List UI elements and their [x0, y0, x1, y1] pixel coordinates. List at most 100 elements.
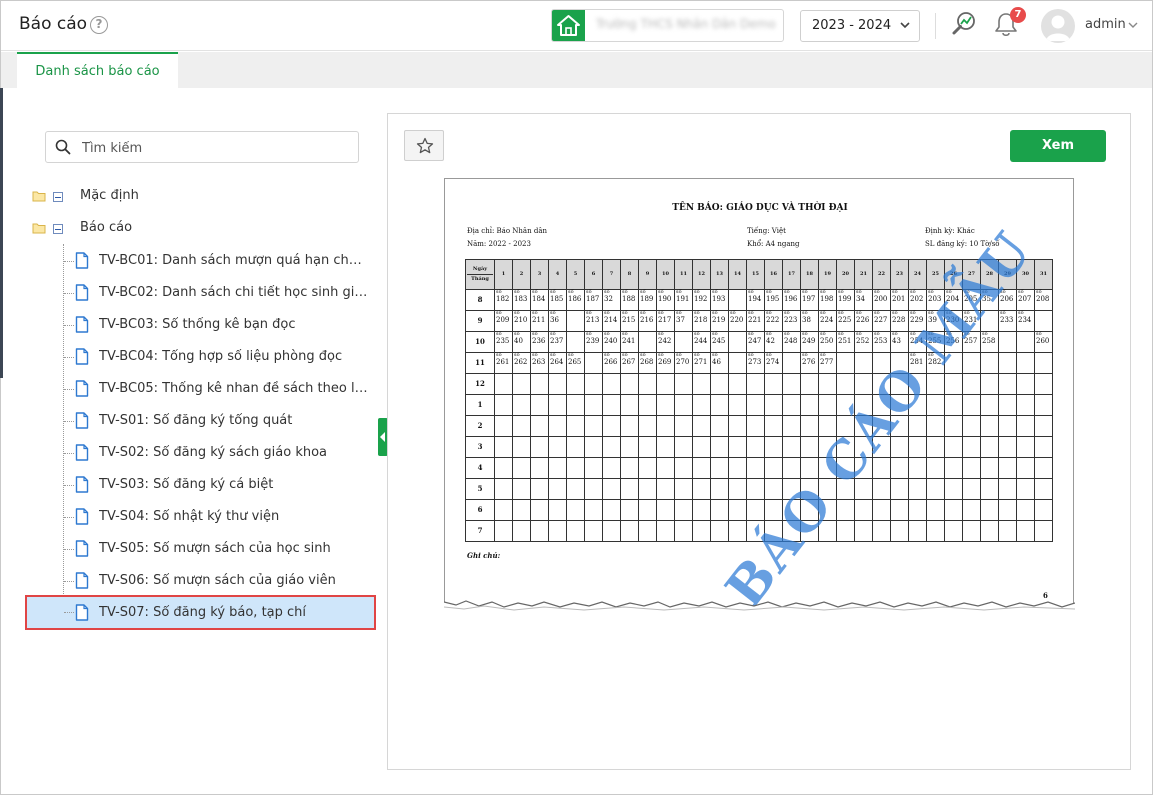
grid-cell	[548, 394, 567, 416]
grid-cell-issue: 198	[820, 294, 834, 303]
tree-item-report[interactable]: TV-BC01: Danh sách mượn quá hạn chưa trả	[64, 246, 374, 276]
document-icon	[75, 316, 89, 333]
help-icon[interactable]: ?	[90, 16, 108, 34]
tree-branch-line	[64, 421, 74, 422]
tree-item-report[interactable]: TV-S07: Sổ đăng ký báo, tạp chí	[25, 595, 376, 630]
collapse-icon[interactable]	[53, 224, 63, 234]
grid-day-header: 3	[530, 259, 549, 290]
avatar[interactable]	[1041, 9, 1075, 43]
grid-day-header: 10	[656, 259, 675, 290]
tree-item-report[interactable]: TV-BC04: Tổng hợp số liệu phòng đọc	[64, 342, 374, 372]
grid-day-header: 14	[728, 259, 747, 290]
grid-cell	[494, 436, 513, 458]
search-input[interactable]	[82, 138, 352, 158]
tree-item-report[interactable]: TV-BC02: Danh sách chi tiết học sinh giá…	[64, 278, 374, 308]
grid-cell-issue: 268	[640, 357, 654, 366]
tree-item-report[interactable]: TV-S06: Sổ mượn sách của giáo viên	[64, 566, 374, 596]
grid-cell: số 252	[854, 331, 873, 353]
grid-cell	[872, 478, 891, 500]
grid-cell	[656, 478, 675, 500]
grid-cell	[548, 478, 567, 500]
chevron-down-icon[interactable]	[1127, 19, 1139, 31]
grid-day-header: 13	[710, 259, 729, 290]
tree-item-report[interactable]: TV-S03: Sổ đăng ký cá biệt	[64, 470, 374, 500]
grid-cell: số 40	[512, 331, 531, 353]
grid-cell	[638, 373, 657, 395]
grid-cell	[584, 457, 603, 479]
tree-item-report[interactable]: TV-S04: Sổ nhật ký thư viện	[64, 502, 374, 532]
grid-cell: số 233	[998, 310, 1017, 332]
grid-cell	[1016, 457, 1035, 479]
grid-cell	[674, 478, 693, 500]
grid-cell	[1016, 415, 1035, 437]
grid-cell	[656, 415, 675, 437]
favorite-button[interactable]	[404, 130, 444, 161]
grid-cell: số 276	[800, 352, 819, 374]
document-icon	[75, 252, 89, 269]
grid-cell-issue: 200	[874, 294, 888, 303]
grid-cell	[566, 478, 585, 500]
grid-cell	[782, 436, 801, 458]
tree-item-report[interactable]: TV-S02: Sổ đăng ký sách giáo khoa	[64, 438, 374, 468]
grid-cell	[980, 415, 999, 437]
grid-cell	[728, 478, 747, 500]
home-icon[interactable]	[552, 10, 585, 41]
header-divider	[935, 13, 936, 39]
grid-cell	[674, 457, 693, 479]
grid-cell: số 215	[620, 310, 639, 332]
tab-report-list[interactable]: Danh sách báo cáo	[17, 52, 178, 88]
tree-branch-line	[64, 293, 74, 294]
grid-cell: số 192	[692, 289, 711, 311]
grid-cell	[692, 436, 711, 458]
grid-cell-issue: 185	[550, 294, 564, 303]
grid-cell-issue: 36	[550, 315, 559, 324]
grid-cell	[1016, 352, 1035, 374]
grid-month-label: 6	[465, 499, 495, 521]
grid-cell-issue: 40	[514, 336, 523, 345]
grid-cell: số 216	[638, 310, 657, 332]
view-button[interactable]: Xem	[1010, 130, 1106, 162]
grid-cell	[656, 436, 675, 458]
tree-item-report[interactable]: TV-BC05: Thống kê nhan đề sách theo lượt…	[64, 374, 374, 404]
search-box[interactable]	[45, 131, 359, 163]
school-year-select[interactable]: 2023 - 2024	[800, 10, 920, 42]
grid-cell	[998, 499, 1017, 521]
grid-cell	[962, 373, 981, 395]
collapse-icon[interactable]	[53, 192, 63, 202]
user-name[interactable]: admin	[1085, 17, 1126, 32]
grid-cell	[746, 499, 765, 521]
grid-cell: số 264	[548, 352, 567, 374]
school-selector[interactable]: Trường THCS Nhân Dân Demo	[551, 9, 784, 42]
grid-cell	[764, 436, 783, 458]
grid-cell	[962, 436, 981, 458]
document-icon	[75, 284, 89, 301]
sheet-title: TÊN BÁO: GIÁO DỤC VÀ THỜI ĐẠI	[672, 203, 848, 213]
grid-cell: số 198	[818, 289, 837, 311]
grid-cell: số 222	[764, 310, 783, 332]
grid-cell	[908, 436, 927, 458]
sheet-size: Khổ: A4 ngang	[747, 240, 800, 248]
grid-cell: số 237	[548, 331, 567, 353]
grid-cell	[926, 478, 945, 500]
grid-cell: số 263	[530, 352, 549, 374]
grid-cell	[620, 394, 639, 416]
grid-cell	[710, 457, 729, 479]
grid-cell	[728, 499, 747, 521]
grid-cell-issue: 266	[604, 357, 618, 366]
grid-cell: số 197	[800, 289, 819, 311]
grid-cell: số 220	[728, 310, 747, 332]
grid-cell-issue: 211	[532, 315, 546, 324]
grid-cell	[782, 352, 801, 374]
tree-item-report[interactable]: TV-S05: Sổ mượn sách của học sinh	[64, 534, 374, 564]
grid-cell	[674, 373, 693, 395]
grid-cell	[944, 436, 963, 458]
tree-item-report[interactable]: TV-S01: Sổ đăng ký tổng quát	[64, 406, 374, 436]
grid-cell-issue: 250	[820, 336, 834, 345]
grid-cell-issue: 209	[496, 315, 510, 324]
grid-cell	[998, 436, 1017, 458]
tree-item-report[interactable]: TV-BC03: Sổ thống kê bạn đọc	[64, 310, 374, 340]
grid-row: 2	[465, 415, 1053, 437]
grid-cell	[512, 394, 531, 416]
grid-cell: số 187	[584, 289, 603, 311]
search-trend-icon[interactable]	[950, 10, 978, 38]
